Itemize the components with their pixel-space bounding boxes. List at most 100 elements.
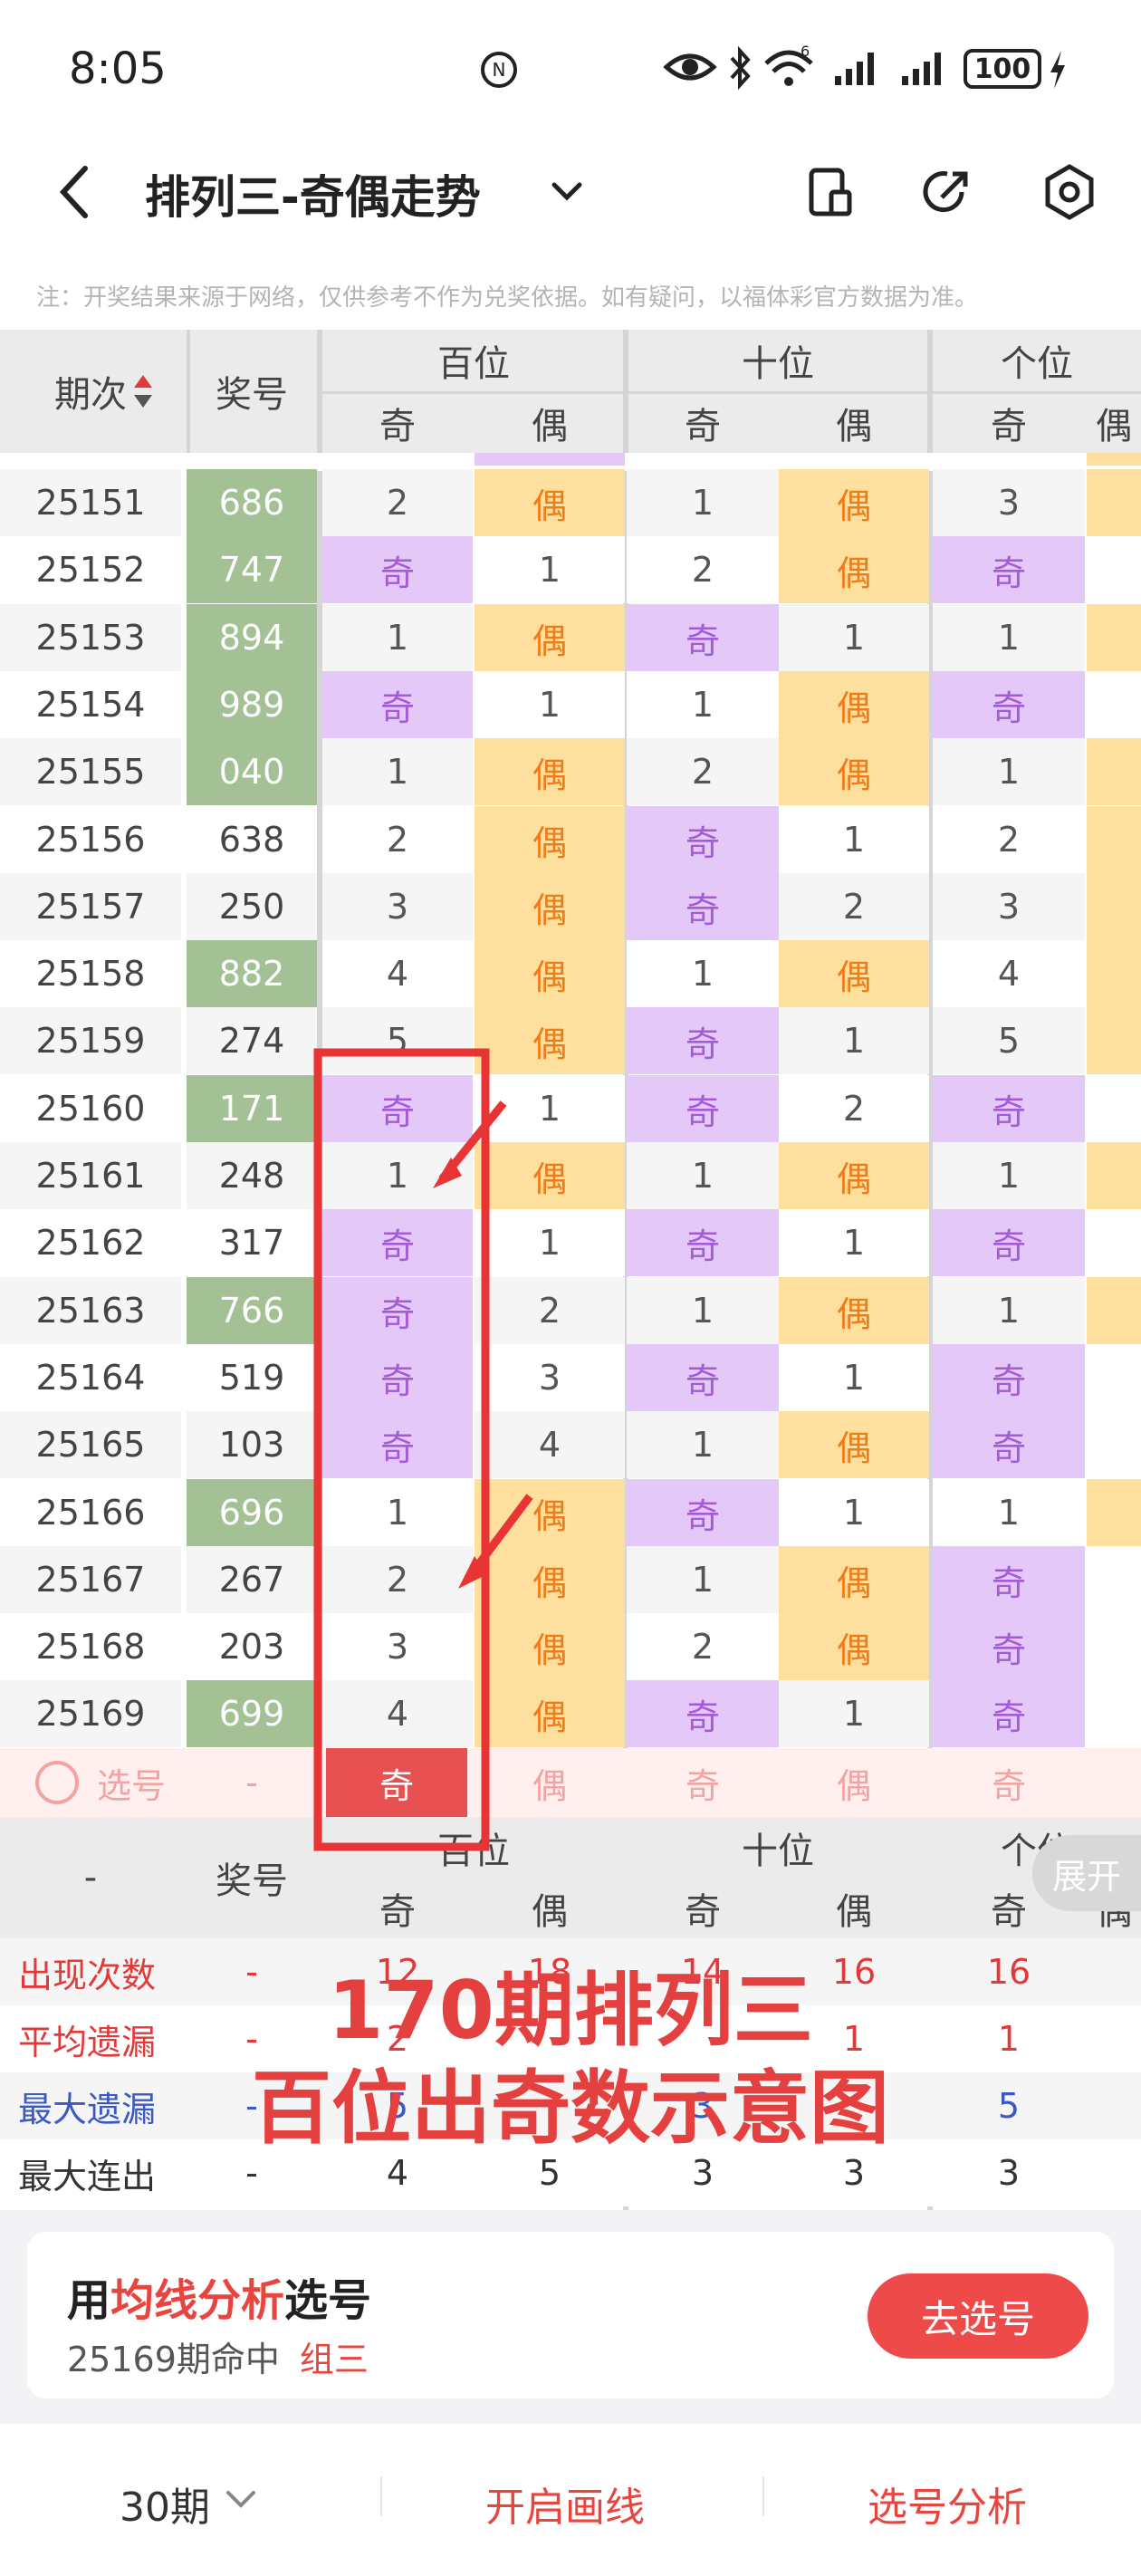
row-cell: 奇 bbox=[933, 1546, 1085, 1613]
row-number: 638 bbox=[187, 806, 317, 873]
row-cell: 偶 bbox=[475, 940, 625, 1007]
row-period: 25161 bbox=[0, 1142, 181, 1209]
row-cell-edge bbox=[1087, 671, 1141, 738]
row-cell: 奇 bbox=[322, 1209, 473, 1276]
row-cell: 奇 bbox=[322, 1075, 473, 1142]
expand-button[interactable]: 展开 bbox=[1032, 1835, 1141, 1911]
row-cell: 1 bbox=[475, 1075, 625, 1142]
row-cell: 奇 bbox=[933, 1613, 1085, 1680]
draw-line-button[interactable]: 开启画线 bbox=[485, 2475, 645, 2533]
row-cell: 1 bbox=[475, 536, 625, 603]
header-period[interactable]: 期次 bbox=[0, 330, 181, 453]
row-cell-edge bbox=[1087, 873, 1141, 940]
select-cell[interactable]: 偶 bbox=[779, 1748, 929, 1817]
radio-icon bbox=[34, 1761, 79, 1804]
select-row-label[interactable]: 选号 bbox=[18, 1748, 181, 1817]
row-period: 25164 bbox=[0, 1344, 181, 1411]
row-period: 25165 bbox=[0, 1411, 181, 1478]
stats-header-odd: 奇 bbox=[379, 1891, 416, 1933]
row-cell: 2 bbox=[779, 873, 929, 940]
row-number: 989 bbox=[187, 671, 317, 738]
row-cell-edge bbox=[1087, 1546, 1141, 1613]
select-cell[interactable]: 奇 bbox=[933, 1748, 1085, 1817]
row-cell: 2 bbox=[322, 469, 473, 536]
row-cell: 1 bbox=[322, 738, 473, 805]
row-cell: 偶 bbox=[779, 1613, 929, 1680]
period-select-label: 30期 bbox=[120, 2485, 210, 2531]
header-odd: 奇 bbox=[685, 406, 721, 447]
row-cell: 偶 bbox=[475, 1546, 625, 1613]
trend-table: 期次 奖号 百位 十位 个位奇偶奇偶奇偶 25151 686 2 偶 1 偶 3 25152 747 奇 1 2… bbox=[0, 0, 1141, 2576]
row-cell: 1 bbox=[933, 1479, 1085, 1546]
row-cell: 5 bbox=[933, 1007, 1085, 1074]
row-cell-edge bbox=[1087, 469, 1141, 536]
header-group-1: 十位 bbox=[742, 343, 814, 385]
row-cell: 1 bbox=[627, 940, 779, 1007]
card-hit-text: 25169期命中 bbox=[67, 2340, 280, 2379]
row-number: 248 bbox=[187, 1142, 317, 1209]
row-cell: 奇 bbox=[627, 1007, 779, 1074]
row-cell: 奇 bbox=[627, 1075, 779, 1142]
row-cell: 偶 bbox=[779, 536, 929, 603]
row-cell-edge bbox=[1087, 1680, 1141, 1747]
stats-header-group-1: 十位 bbox=[742, 1831, 814, 1872]
chevron-down-icon[interactable] bbox=[223, 2485, 259, 2513]
row-period: 25162 bbox=[0, 1209, 181, 1276]
row-cell: 1 bbox=[627, 1546, 779, 1613]
row-cell: 3 bbox=[322, 1613, 473, 1680]
row-cell: 偶 bbox=[779, 1546, 929, 1613]
row-cell: 奇 bbox=[933, 536, 1085, 603]
row-cell: 偶 bbox=[475, 1479, 625, 1546]
select-cell[interactable]: 奇 bbox=[326, 1748, 467, 1817]
row-number: 274 bbox=[187, 1007, 317, 1074]
row-cell: 1 bbox=[779, 604, 929, 671]
period-select[interactable]: 30期 bbox=[120, 2475, 210, 2533]
bottom-bar: 30期 开启画线 选号分析 bbox=[0, 2427, 1141, 2576]
row-period: 25168 bbox=[0, 1613, 181, 1680]
row-cell: 1 bbox=[627, 1142, 779, 1209]
row-number: 696 bbox=[187, 1479, 317, 1546]
row-number: 894 bbox=[187, 604, 317, 671]
row-cell: 1 bbox=[322, 1479, 473, 1546]
row-cell-edge bbox=[1087, 1479, 1141, 1546]
row-period: 25154 bbox=[0, 671, 181, 738]
go-pick-button[interactable]: 去选号 bbox=[868, 2273, 1088, 2359]
row-period: 25152 bbox=[0, 536, 181, 603]
row-period: 25163 bbox=[0, 1277, 181, 1344]
stats-header-dash: - bbox=[83, 1857, 98, 1898]
row-number: 882 bbox=[187, 940, 317, 1007]
row-cell: 1 bbox=[322, 604, 473, 671]
row-cell: 奇 bbox=[627, 1209, 779, 1276]
row-cell-edge bbox=[1087, 940, 1141, 1007]
row-cell: 1 bbox=[779, 1209, 929, 1276]
row-cell: 1 bbox=[933, 604, 1085, 671]
row-cell: 1 bbox=[627, 1277, 779, 1344]
stats-header-number: 奖号 bbox=[216, 1860, 288, 1902]
card-hit: 25169期命中 组三 bbox=[67, 2331, 369, 2381]
select-cell[interactable]: 偶 bbox=[475, 1748, 625, 1817]
row-cell-edge bbox=[1087, 1007, 1141, 1074]
row-cell: 1 bbox=[933, 1142, 1085, 1209]
table-divider bbox=[187, 330, 190, 453]
header-even: 偶 bbox=[1096, 406, 1132, 447]
sort-icon[interactable] bbox=[132, 373, 154, 409]
stats-header-even: 偶 bbox=[836, 1891, 872, 1933]
row-cell: 奇 bbox=[627, 873, 779, 940]
card-title-highlight: 均线分析 bbox=[110, 2275, 285, 2326]
row-cell: 偶 bbox=[779, 738, 929, 805]
analysis-button[interactable]: 选号分析 bbox=[868, 2475, 1027, 2533]
row-cell: 1 bbox=[475, 671, 625, 738]
select-cell[interactable]: 奇 bbox=[627, 1748, 779, 1817]
stats-header-group-0: 百位 bbox=[437, 1831, 510, 1872]
header-odd: 奇 bbox=[379, 406, 416, 447]
row-number: 766 bbox=[187, 1277, 317, 1344]
row-cell: 偶 bbox=[475, 806, 625, 873]
row-cell: 偶 bbox=[475, 604, 625, 671]
row-cell: 4 bbox=[475, 1411, 625, 1478]
row-number: 250 bbox=[187, 873, 317, 940]
row-cell-edge bbox=[1087, 1142, 1141, 1209]
row-cell: 奇 bbox=[627, 806, 779, 873]
row-cell: 偶 bbox=[475, 469, 625, 536]
table-divider bbox=[322, 391, 1141, 394]
row-cell: 2 bbox=[933, 806, 1085, 873]
